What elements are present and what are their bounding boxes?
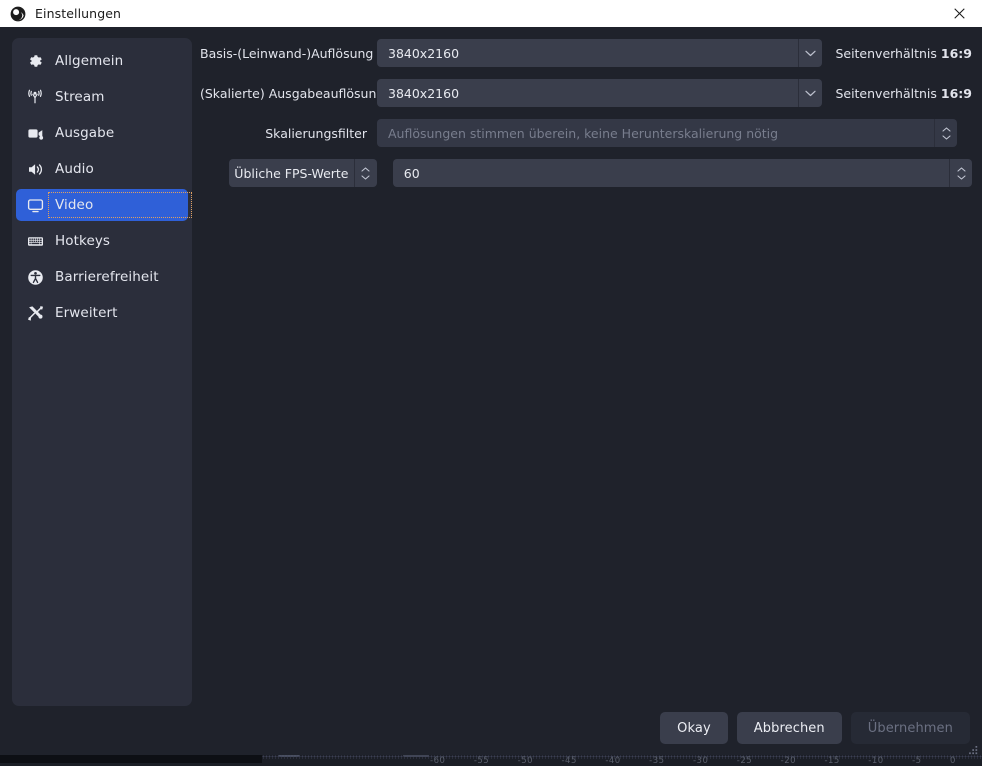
fps-type-value[interactable]: Übliche FPS-Werte: [229, 166, 354, 181]
accessibility-icon: [26, 268, 44, 286]
sidebar-item-label: Stream: [55, 89, 104, 105]
db-tick: -45: [561, 756, 576, 766]
window-title: Einstellungen: [35, 6, 121, 21]
output-resolution-combobox[interactable]: 3840x2160: [377, 79, 822, 107]
settings-dialog: Einstellungen Allgemein: [0, 0, 982, 755]
output-resolution-value[interactable]: 3840x2160: [377, 86, 798, 101]
sidebar-item-label: Hotkeys: [55, 233, 110, 249]
sidebar-item-label: Video: [52, 196, 188, 214]
sidebar-item-erweitert[interactable]: Erweitert: [16, 297, 188, 329]
db-tick: -25: [737, 756, 752, 766]
dialog-body: Allgemein Stream: [0, 27, 982, 755]
obs-logo-icon: [10, 6, 26, 22]
downscale-filter-combobox: Auflösungen stimmen überein, keine Herun…: [377, 119, 957, 147]
cancel-button[interactable]: Abbrechen: [737, 712, 842, 744]
output-resolution-label: (Skalierte) Ausgabeauflösung: [200, 86, 377, 101]
output-aspect-ratio: Seitenverhältnis 16:9: [835, 86, 972, 101]
close-icon[interactable]: [937, 0, 982, 27]
sidebar-item-allgemein[interactable]: Allgemein: [16, 45, 188, 77]
fps-value[interactable]: 60: [393, 166, 949, 181]
db-tick: -5: [912, 756, 921, 766]
db-tick: 0: [950, 756, 956, 766]
db-tick: -35: [649, 756, 664, 766]
fps-value-combobox[interactable]: 60: [393, 159, 972, 187]
sidebar-item-video[interactable]: Video: [16, 189, 188, 221]
apply-button: Übernehmen: [851, 712, 970, 744]
chevron-down-icon[interactable]: [798, 39, 822, 67]
sidebar-item-ausgabe[interactable]: Ausgabe: [16, 117, 188, 149]
title-bar[interactable]: Einstellungen: [0, 0, 982, 27]
db-tick: -60: [430, 756, 445, 766]
ok-button[interactable]: Okay: [660, 712, 728, 744]
sidebar-item-hotkeys[interactable]: Hotkeys: [16, 225, 188, 257]
sidebar-item-label: Erweitert: [55, 305, 118, 321]
monitor-icon: [26, 196, 44, 214]
window-controls: [937, 0, 982, 27]
db-tick: -15: [824, 756, 839, 766]
db-tick: -20: [781, 756, 796, 766]
gear-icon: [26, 52, 44, 70]
updown-arrows-icon: [934, 119, 957, 147]
fps-row: Übliche FPS-Werte 60: [200, 159, 972, 187]
db-tick: -55: [474, 756, 489, 766]
updown-arrows-icon[interactable]: [354, 159, 377, 187]
sidebar-item-label: Allgemein: [55, 53, 123, 69]
resize-grip[interactable]: [967, 741, 979, 753]
updown-arrows-icon[interactable]: [949, 159, 972, 187]
db-tick: -10: [868, 756, 883, 766]
base-aspect-ratio: Seitenverhältnis 16:9: [835, 46, 972, 61]
video-camera-icon: [26, 124, 44, 142]
downscale-filter-value: Auflösungen stimmen überein, keine Herun…: [377, 126, 934, 141]
db-tick: -40: [605, 756, 620, 766]
db-tick: -50: [518, 756, 533, 766]
broadcast-icon: [26, 88, 44, 106]
aspect-prefix: Seitenverhältnis: [835, 86, 936, 101]
chevron-down-icon[interactable]: [798, 79, 822, 107]
sidebar-item-label: Ausgabe: [55, 125, 114, 141]
base-resolution-label: Basis-(Leinwand-)Auflösung: [200, 46, 377, 61]
dialog-button-bar: Okay Abbrechen Übernehmen: [660, 712, 970, 744]
video-settings-form: Basis-(Leinwand-)Auflösung 3840x2160 Sei…: [200, 27, 972, 187]
output-resolution-row: (Skalierte) Ausgabeauflösung 3840x2160 S…: [200, 79, 972, 107]
sidebar-item-label: Barrierefreiheit: [55, 269, 159, 285]
aspect-value: 16:9: [941, 86, 972, 101]
db-tick: -30: [693, 756, 708, 766]
aspect-value: 16:9: [941, 46, 972, 61]
speaker-icon: [26, 160, 44, 178]
aspect-prefix: Seitenverhältnis: [835, 46, 936, 61]
sidebar-item-stream[interactable]: Stream: [16, 81, 188, 113]
downscale-filter-label: Skalierungsfilter: [200, 126, 377, 141]
base-resolution-row: Basis-(Leinwand-)Auflösung 3840x2160 Sei…: [200, 39, 972, 67]
base-resolution-combobox[interactable]: 3840x2160: [377, 39, 822, 67]
keyboard-icon: [26, 232, 44, 250]
tools-icon: [26, 304, 44, 322]
sidebar-item-barrierefreiheit[interactable]: Barrierefreiheit: [16, 261, 188, 293]
base-resolution-value[interactable]: 3840x2160: [377, 46, 798, 61]
sidebar-item-audio[interactable]: Audio: [16, 153, 188, 185]
background-taskbar-strip: [0, 754, 262, 763]
downscale-filter-row: Skalierungsfilter Auflösungen stimmen üb…: [200, 119, 972, 147]
sidebar-item-label: Audio: [55, 161, 94, 177]
settings-sidebar: Allgemein Stream: [12, 38, 192, 706]
fps-type-combobox[interactable]: Übliche FPS-Werte: [229, 159, 377, 187]
